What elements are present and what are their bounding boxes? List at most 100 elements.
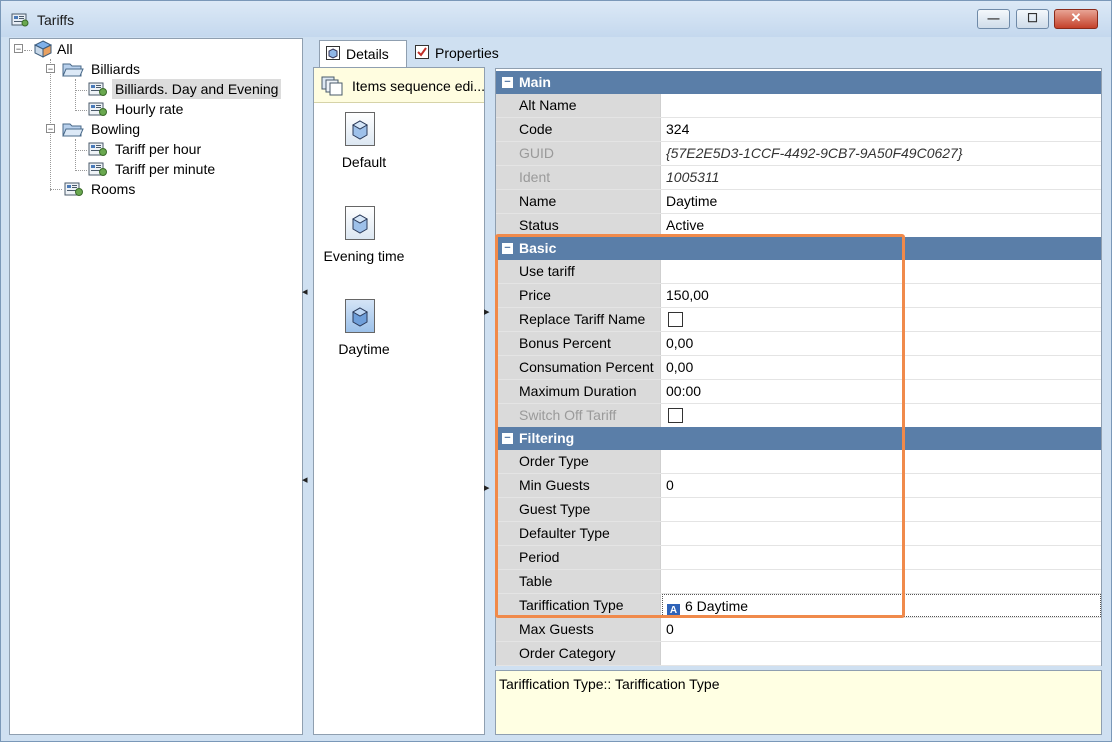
- category-title: Filtering: [519, 430, 575, 446]
- tree-item-hourly-rate[interactable]: Hourly rate: [10, 99, 300, 119]
- row-gutter: [496, 214, 510, 237]
- sequence-item-label: Evening time: [323, 248, 405, 264]
- tree-item-billiards[interactable]: − Billiards: [10, 59, 300, 79]
- maximize-icon: ☐: [1027, 11, 1038, 25]
- tree-splitter[interactable]: ◂ ◂: [302, 283, 310, 493]
- tree-item-rooms[interactable]: Rooms: [10, 179, 300, 199]
- collapse-left-icon[interactable]: ◂: [302, 473, 308, 486]
- property-label: Order Type: [510, 450, 661, 473]
- row-gutter: [496, 332, 510, 355]
- collapse-icon[interactable]: −: [46, 64, 55, 74]
- property-status[interactable]: Status Active: [496, 214, 1101, 238]
- alt-name-value[interactable]: [662, 94, 1101, 117]
- expand-right-icon[interactable]: ▸: [484, 305, 490, 318]
- consumation-percent-value[interactable]: 0,00: [662, 356, 1101, 379]
- tree-item-tariff-per-hour[interactable]: Tariff per hour: [10, 139, 300, 159]
- tree-item-bowling[interactable]: − Bowling: [10, 119, 300, 139]
- property-label: Alt Name: [510, 94, 661, 117]
- tariff-item-icon: [345, 112, 375, 146]
- collapse-icon[interactable]: −: [502, 243, 513, 254]
- title-bar[interactable]: Tariffs — ☐ ✕: [1, 1, 1111, 37]
- sequence-item-label: Daytime: [338, 341, 390, 357]
- order-category-value[interactable]: [662, 642, 1101, 665]
- expand-right-icon[interactable]: ▸: [484, 481, 490, 494]
- close-button[interactable]: ✕: [1054, 9, 1098, 29]
- property-bonus-percent[interactable]: Bonus Percent 0,00: [496, 332, 1101, 356]
- category-filtering[interactable]: − Filtering: [496, 427, 1101, 450]
- property-grid[interactable]: − Main Alt Name Code 324 GUID {57E2E5D3-…: [495, 68, 1102, 666]
- category-main[interactable]: − Main: [496, 71, 1101, 94]
- sequence-item-default[interactable]: Default: [314, 110, 414, 180]
- replace-tariff-name-checkbox[interactable]: [668, 312, 683, 327]
- property-label: Tariffication Type: [510, 594, 661, 617]
- bonus-percent-value[interactable]: 0,00: [662, 332, 1101, 355]
- price-value[interactable]: 150,00: [662, 284, 1101, 307]
- property-use-tariff[interactable]: Use tariff: [496, 260, 1101, 284]
- property-guest-type[interactable]: Guest Type: [496, 498, 1101, 522]
- order-type-value[interactable]: [662, 450, 1101, 473]
- property-maximum-duration[interactable]: Maximum Duration 00:00: [496, 380, 1101, 404]
- collapse-icon[interactable]: −: [502, 433, 513, 444]
- property-alt-name[interactable]: Alt Name: [496, 94, 1101, 118]
- property-label: GUID: [510, 142, 661, 165]
- property-ident[interactable]: Ident 1005311: [496, 166, 1101, 190]
- property-label: Guest Type: [510, 498, 661, 521]
- property-price[interactable]: Price 150,00: [496, 284, 1101, 308]
- sequence-item-daytime[interactable]: Daytime: [314, 297, 414, 367]
- use-tariff-value[interactable]: [662, 260, 1101, 283]
- tab-properties[interactable]: Properties: [409, 40, 509, 66]
- property-order-type[interactable]: Order Type: [496, 450, 1101, 474]
- tree-item-all[interactable]: − All: [10, 39, 300, 59]
- row-gutter: [496, 642, 510, 665]
- status-value[interactable]: Active: [662, 214, 1101, 237]
- replace-tariff-name-value[interactable]: [662, 308, 1101, 331]
- items-sequence-label: Items sequence edi...: [352, 78, 486, 94]
- minimize-button[interactable]: —: [977, 9, 1010, 29]
- guest-type-value[interactable]: [662, 498, 1101, 521]
- switch-off-tariff-value[interactable]: [662, 404, 1101, 427]
- minimize-icon: —: [987, 11, 1000, 25]
- property-min-guests[interactable]: Min Guests 0: [496, 474, 1101, 498]
- tree-item-label: Tariff per minute: [115, 161, 216, 177]
- items-sequence-editor-button[interactable]: Items sequence edi...: [314, 68, 486, 103]
- maximize-button[interactable]: ☐: [1016, 9, 1049, 29]
- switch-off-tariff-checkbox[interactable]: [668, 408, 683, 423]
- maximum-duration-value[interactable]: 00:00: [662, 380, 1101, 403]
- max-guests-value[interactable]: 0: [662, 618, 1101, 641]
- property-replace-tariff-name[interactable]: Replace Tariff Name: [496, 308, 1101, 332]
- tariff-tree[interactable]: − All − Billiards Billiards. Day and Eve…: [9, 38, 303, 735]
- name-value[interactable]: Daytime: [662, 190, 1101, 213]
- property-label: Ident: [510, 166, 661, 189]
- collapse-icon[interactable]: −: [502, 77, 513, 88]
- property-order-category[interactable]: Order Category: [496, 642, 1101, 666]
- property-period[interactable]: Period: [496, 546, 1101, 570]
- collapse-icon[interactable]: −: [46, 124, 55, 134]
- sequence-item-evening-time[interactable]: Evening time: [314, 204, 414, 274]
- code-value[interactable]: 324: [662, 118, 1101, 141]
- property-table[interactable]: Table: [496, 570, 1101, 594]
- table-value[interactable]: [662, 570, 1101, 593]
- row-gutter: [496, 356, 510, 379]
- defaulter-type-value[interactable]: [662, 522, 1101, 545]
- property-consumation-percent[interactable]: Consumation Percent 0,00: [496, 356, 1101, 380]
- tariffication-type-value[interactable]: A 6 Daytime: [662, 594, 1101, 617]
- period-value[interactable]: [662, 546, 1101, 569]
- items-splitter[interactable]: ▸ ▸: [483, 301, 493, 501]
- tree-item-billiards-day-evening[interactable]: Billiards. Day and Evening: [10, 79, 300, 99]
- collapse-left-icon[interactable]: ◂: [302, 285, 308, 298]
- row-gutter: [496, 166, 510, 189]
- tree-item-label: Hourly rate: [115, 101, 184, 117]
- tree-item-tariff-per-minute[interactable]: Tariff per minute: [10, 159, 300, 179]
- property-max-guests[interactable]: Max Guests 0: [496, 618, 1101, 642]
- collapse-icon[interactable]: −: [14, 44, 23, 54]
- property-code[interactable]: Code 324: [496, 118, 1101, 142]
- property-guid[interactable]: GUID {57E2E5D3-1CCF-4492-9CB7-9A50F49C06…: [496, 142, 1101, 166]
- tab-details[interactable]: Details: [319, 40, 407, 67]
- min-guests-value[interactable]: 0: [662, 474, 1101, 497]
- property-defaulter-type[interactable]: Defaulter Type: [496, 522, 1101, 546]
- property-switch-off-tariff[interactable]: Switch Off Tariff: [496, 404, 1101, 428]
- category-basic[interactable]: − Basic: [496, 237, 1101, 260]
- property-name[interactable]: Name Daytime: [496, 190, 1101, 214]
- tree-item-label: Bowling: [91, 121, 141, 137]
- property-tariffication-type[interactable]: Tariffication Type A 6 Daytime: [496, 594, 1101, 618]
